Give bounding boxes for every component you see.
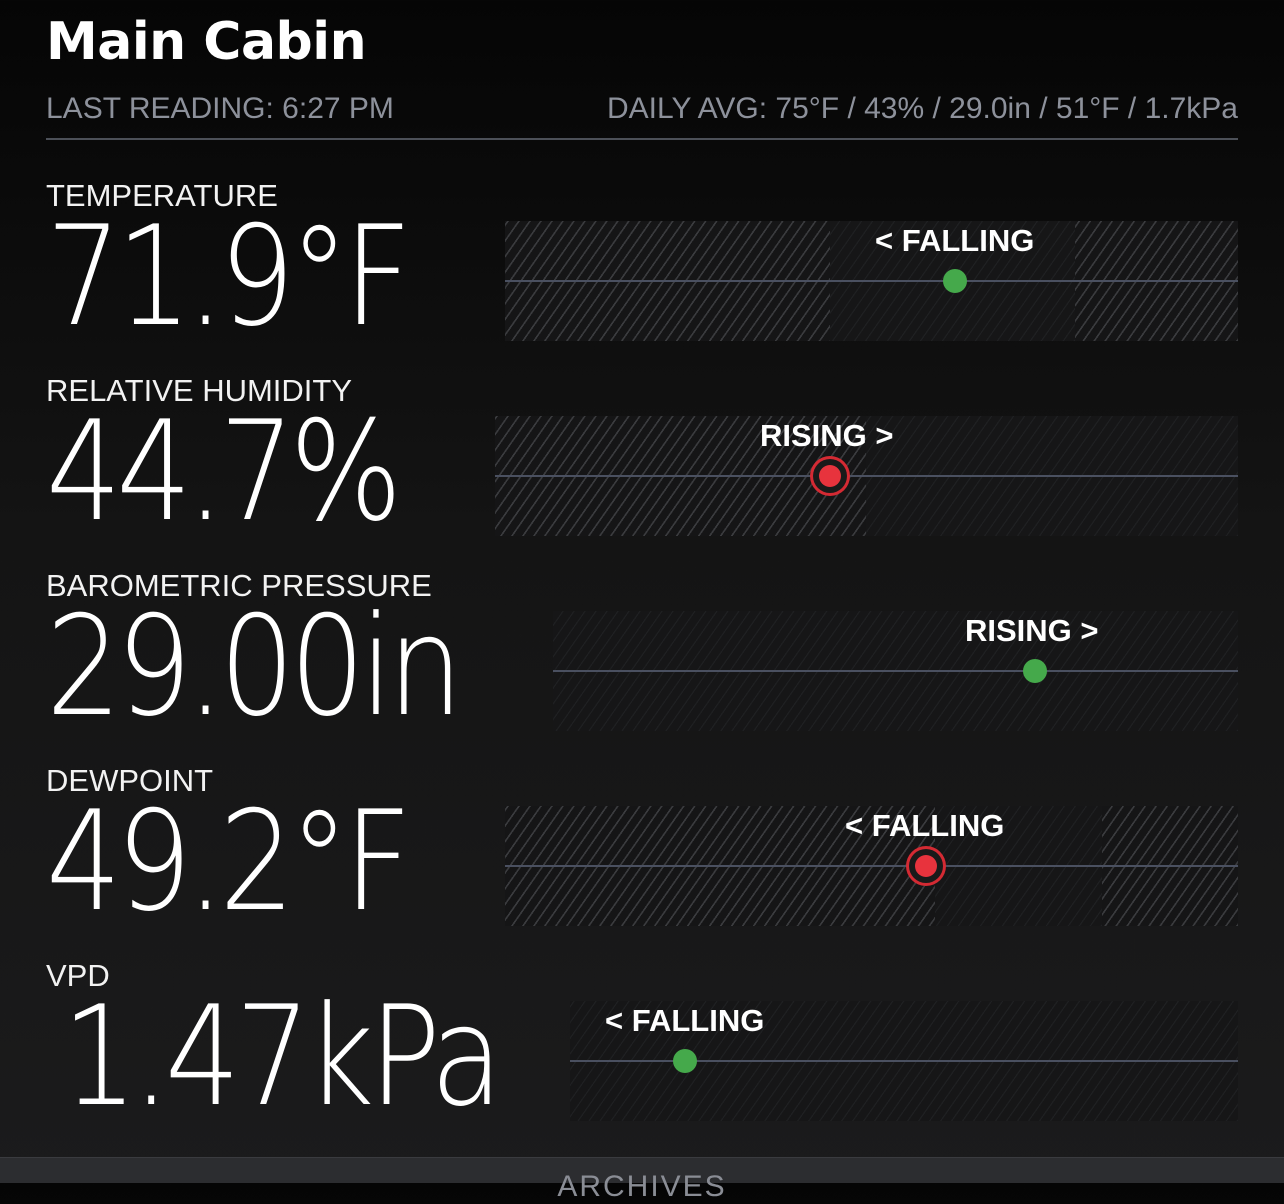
archives-label: ARCHIVES [557,1170,727,1203]
trend-indicator: < FALLING [875,223,1035,258]
current-reading-dot [943,269,967,293]
trend-indicator: RISING > [965,613,1099,648]
gauge-baseline [553,670,1238,672]
gauge-baseline [505,865,1238,867]
metric-relative-humidity[interactable]: RELATIVE HUMIDITY 44.7% RISING > [0,373,1284,568]
trend-gauge: RISING > [495,416,1238,536]
trend-gauge: < FALLING [505,221,1238,341]
gauge-baseline [505,280,1238,282]
trend-indicator: RISING > [760,418,894,453]
reading-summary: LAST READING: 6:27 PM DAILY AVG: 75°F / … [46,90,1238,140]
trend-gauge: RISING > [553,611,1238,731]
gauge-baseline [570,1060,1238,1062]
metric-dewpoint[interactable]: DEWPOINT 49.2°F < FALLING [0,763,1284,958]
metric-value: 71.9°F [46,196,412,357]
page-title: Main Cabin [46,12,367,72]
gauge-baseline [495,475,1238,477]
alert-reading-dot [915,855,937,877]
metric-value: 29.00in [46,586,463,747]
metric-value: 44.7% [46,391,402,552]
metric-temperature[interactable]: TEMPERATURE 71.9°F < FALLING [0,178,1284,373]
current-reading-dot [673,1049,697,1073]
trend-indicator: < FALLING [845,808,1005,843]
metric-barometric-pressure[interactable]: BAROMETRIC PRESSURE 29.00in RISING > [0,568,1284,763]
current-reading-dot [1023,659,1047,683]
metric-value: 1.47kPa [62,976,503,1137]
trend-indicator: < FALLING [605,1003,765,1038]
metric-vpd[interactable]: VPD 1.47kPa < FALLING [0,958,1284,1153]
trend-gauge: < FALLING [570,1001,1238,1121]
alert-reading-dot [819,465,841,487]
last-reading-text: LAST READING: 6:27 PM [46,92,394,125]
archives-tab[interactable]: ARCHIVES [0,1157,1284,1203]
daily-average-text: DAILY AVG: 75°F / 43% / 29.0in / 51°F / … [607,92,1238,125]
trend-gauge: < FALLING [505,806,1238,926]
metric-value: 49.2°F [46,781,412,942]
